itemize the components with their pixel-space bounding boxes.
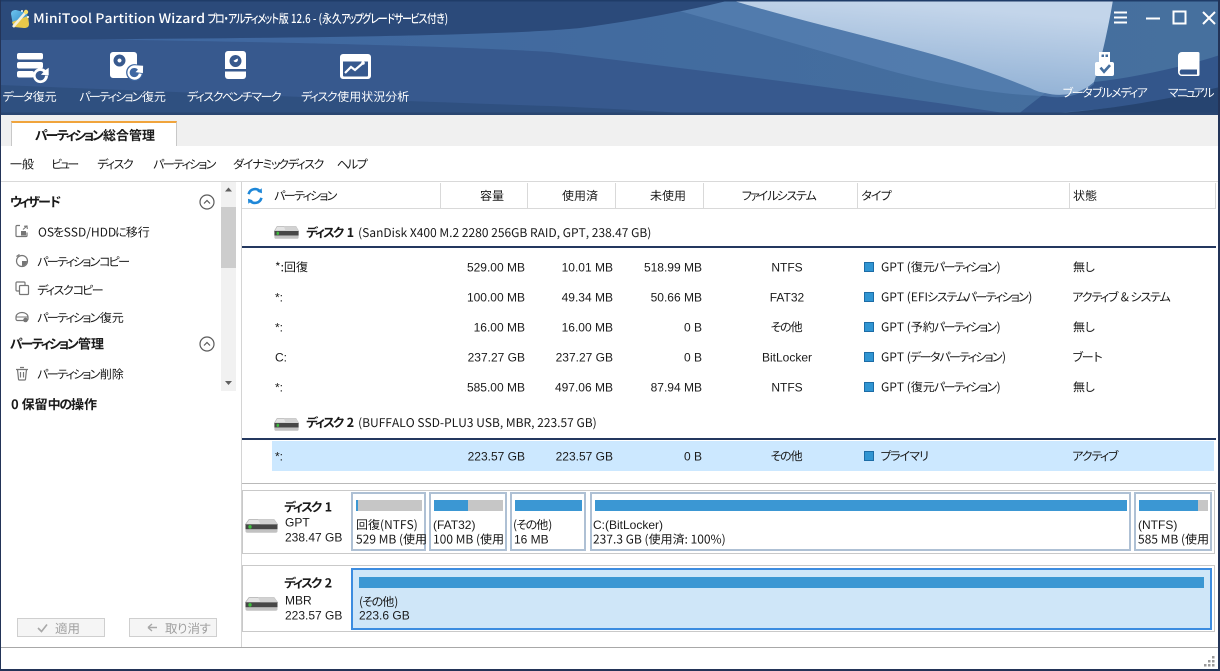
svg-text:237.27 GB: 237.27 GB <box>468 350 525 364</box>
svg-text:C:: C: <box>275 350 287 364</box>
svg-text:(NTFS): (NTFS) <box>1138 518 1177 532</box>
svg-text:237.27 GB: 237.27 GB <box>556 350 613 364</box>
svg-text:518.99 MB: 518.99 MB <box>644 260 702 274</box>
svg-text:223.57 GB: 223.57 GB <box>556 449 613 463</box>
svg-text:NTFS: NTFS <box>771 380 802 394</box>
svg-text:0 B: 0 B <box>684 350 702 364</box>
svg-text:223.6 GB: 223.6 GB <box>359 609 410 623</box>
svg-text:0 B: 0 B <box>684 449 702 463</box>
svg-text:223.57 GB: 223.57 GB <box>285 609 342 623</box>
svg-text:585.00 MB: 585.00 MB <box>467 380 525 394</box>
svg-text:C:(BitLocker): C:(BitLocker) <box>593 518 663 532</box>
svg-text:238.47 GB: 238.47 GB <box>285 530 342 544</box>
svg-text:MBR: MBR <box>285 594 312 608</box>
svg-text:BitLocker: BitLocker <box>762 350 812 364</box>
svg-text:49.34 MB: 49.34 MB <box>562 290 613 304</box>
svg-text:(FAT32): (FAT32) <box>433 518 475 532</box>
svg-text:529.00 MB: 529.00 MB <box>467 260 525 274</box>
svg-text:16.00 MB: 16.00 MB <box>474 320 525 334</box>
svg-text:50.66 MB: 50.66 MB <box>651 290 702 304</box>
svg-text:*:: *: <box>275 449 283 463</box>
svg-text:223.57 GB: 223.57 GB <box>468 449 525 463</box>
svg-text:*:: *: <box>275 380 283 394</box>
svg-text:0 B: 0 B <box>684 320 702 334</box>
svg-text:497.06 MB: 497.06 MB <box>555 380 613 394</box>
svg-text:10.01 MB: 10.01 MB <box>562 260 613 274</box>
svg-text:*:: *: <box>275 290 283 304</box>
svg-text:*:: *: <box>275 320 283 334</box>
svg-text:FAT32: FAT32 <box>770 290 805 304</box>
svg-text:100.00 MB: 100.00 MB <box>467 290 525 304</box>
svg-text:16 MB: 16 MB <box>514 533 549 547</box>
svg-text:16.00 MB: 16.00 MB <box>562 320 613 334</box>
svg-text:NTFS: NTFS <box>771 260 802 274</box>
svg-text:87.94 MB: 87.94 MB <box>651 380 702 394</box>
svg-text:GPT: GPT <box>285 515 310 529</box>
